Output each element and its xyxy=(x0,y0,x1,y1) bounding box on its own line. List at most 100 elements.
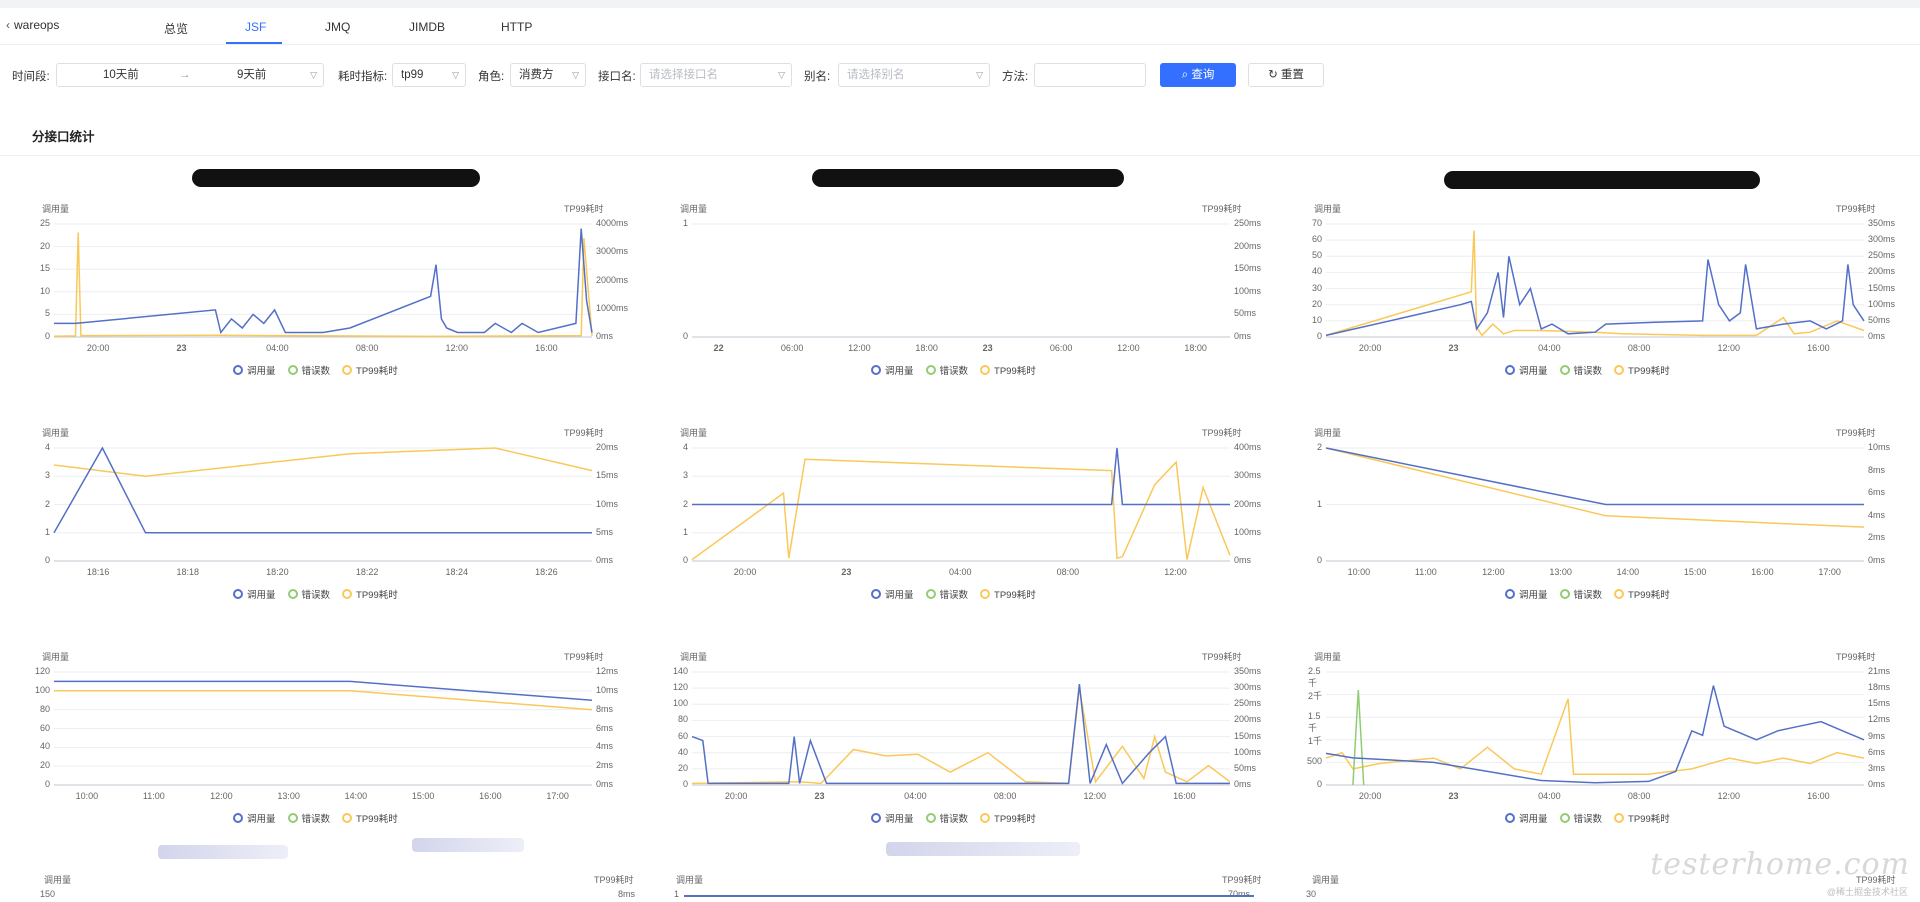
y-left-tick: 20 xyxy=(39,240,50,251)
top-nav: ‹ wareops 总览 JSF JMQ JIMDB HTTP xyxy=(0,8,1920,45)
metric-select[interactable]: tp99 ▽ xyxy=(392,63,466,87)
x-tick: 11:00 xyxy=(1414,567,1437,577)
y-left-tick: 0 xyxy=(682,331,688,341)
legend-label: 调用量 xyxy=(247,590,276,601)
legend-label: 错误数 xyxy=(939,590,969,601)
legend-tp99[interactable]: TP99耗时 xyxy=(342,587,398,601)
reset-button[interactable]: ↻ 重置 xyxy=(1248,63,1324,87)
tab-overview[interactable]: 总览 xyxy=(164,20,188,37)
legend-label: TP99耗时 xyxy=(356,590,398,601)
legend-tp99[interactable]: TP99耗时 xyxy=(342,363,398,377)
legend-label: 错误数 xyxy=(1573,590,1603,601)
chart-svg xyxy=(53,446,593,562)
y-left-tick: 2千 xyxy=(1308,690,1323,701)
tab-jimdb[interactable]: JIMDB xyxy=(409,20,445,34)
alias-select[interactable]: 请选择别名 ▽ xyxy=(838,63,990,87)
method-input[interactable] xyxy=(1034,63,1146,87)
legend-tp99[interactable]: TP99耗时 xyxy=(1614,587,1670,601)
interface-select[interactable]: 请选择接口名 ▽ xyxy=(640,63,792,87)
y-right-tick: 0ms xyxy=(1234,331,1252,341)
calls-series-line xyxy=(53,446,592,534)
legend-errors[interactable]: 错误数 xyxy=(925,363,968,377)
bottom-y-tick: 1 xyxy=(674,889,680,899)
legend-errors[interactable]: 错误数 xyxy=(1559,363,1602,377)
y-right-tick: 4ms xyxy=(596,741,614,752)
tab-http[interactable]: HTTP xyxy=(501,20,532,34)
role-select[interactable]: 消费方 ▽ xyxy=(510,63,586,87)
x-tick: 04:00 xyxy=(949,567,972,577)
legend-calls[interactable]: 调用量 xyxy=(233,587,276,601)
legend-tp99[interactable]: TP99耗时 xyxy=(1614,811,1670,825)
method-label: 方法: xyxy=(1002,71,1029,83)
legend-errors[interactable]: 错误数 xyxy=(287,363,330,377)
y-right-tick: 12ms xyxy=(1868,714,1891,725)
tab-jsf[interactable]: JSF xyxy=(245,20,266,34)
legend-calls[interactable]: 调用量 xyxy=(871,363,914,377)
y-right-tick: 8ms xyxy=(596,703,614,714)
x-tick: 06:00 xyxy=(1049,343,1073,353)
legend-calls[interactable]: 调用量 xyxy=(1505,811,1548,825)
top-strip xyxy=(0,0,1920,8)
x-tick: 18:20 xyxy=(266,567,289,577)
y-right-tick: 100ms xyxy=(1868,298,1896,309)
y-left-tick: 40 xyxy=(677,746,688,757)
legend-label: 错误数 xyxy=(301,814,331,825)
legend-calls[interactable]: 调用量 xyxy=(871,587,914,601)
legend-errors[interactable]: 错误数 xyxy=(1559,811,1602,825)
chevron-down-icon: ▽ xyxy=(452,70,459,80)
legend-label: TP99耗时 xyxy=(994,366,1036,377)
y-left-tick: 1 xyxy=(1316,498,1322,509)
x-tick: 20:00 xyxy=(1358,791,1382,801)
legend-calls[interactable]: 调用量 xyxy=(1505,363,1548,377)
legend-marker-icon xyxy=(871,813,881,823)
x-tick: 12:00 xyxy=(1117,343,1140,353)
legend-tp99[interactable]: TP99耗时 xyxy=(1614,363,1670,377)
legend-tp99[interactable]: TP99耗时 xyxy=(342,811,398,825)
query-button-label: 查询 xyxy=(1191,69,1215,81)
query-button[interactable]: ⌕ 查询 xyxy=(1160,63,1236,87)
chart-svg xyxy=(1325,671,1865,786)
x-tick: 10:00 xyxy=(75,791,99,801)
legend-calls[interactable]: 调用量 xyxy=(1505,587,1548,601)
time-range-picker[interactable]: 10天前 → 9天前 ▽ xyxy=(56,63,324,87)
y-right-tick: 300ms xyxy=(1234,470,1262,481)
chevron-down-icon: ▽ xyxy=(976,70,983,80)
chart-svg xyxy=(1325,447,1865,562)
chart-legend: 调用量 错误数 TP99耗时 xyxy=(871,811,1048,826)
legend-marker-icon xyxy=(287,365,298,375)
legend-calls[interactable]: 调用量 xyxy=(233,811,276,825)
y-right-tick: 100ms xyxy=(1234,285,1262,296)
legend-label: 调用量 xyxy=(247,814,276,825)
y-right-tick: 200ms xyxy=(1234,498,1262,509)
x-tick: 04:00 xyxy=(1538,343,1561,353)
tp99-series-line xyxy=(53,232,593,338)
y-right-tick: 2ms xyxy=(1868,532,1886,543)
y-left-tick: 100 xyxy=(672,698,688,709)
legend-errors[interactable]: 错误数 xyxy=(1559,587,1603,601)
legend-calls[interactable]: 调用量 xyxy=(233,363,276,377)
x-tick: 12:00 xyxy=(1717,791,1741,801)
y-right-tick: 9ms xyxy=(1868,730,1886,741)
alias-placeholder: 请选择别名 xyxy=(847,69,905,81)
y-left-tick: 20 xyxy=(1311,298,1322,309)
search-icon: ⌕ xyxy=(1181,69,1189,81)
legend-tp99[interactable]: TP99耗时 xyxy=(980,363,1036,377)
x-tick: 13:00 xyxy=(1549,567,1572,577)
legend-calls[interactable]: 调用量 xyxy=(871,811,914,825)
tab-jmq[interactable]: JMQ xyxy=(325,20,350,34)
legend-errors[interactable]: 错误数 xyxy=(287,811,331,825)
legend-marker-icon xyxy=(287,589,298,599)
legend-tp99[interactable]: TP99耗时 xyxy=(980,811,1036,825)
back-link[interactable]: ‹ wareops xyxy=(6,18,59,32)
legend-label: 调用量 xyxy=(1519,590,1548,601)
y-right-tick: 100ms xyxy=(1234,746,1262,757)
legend-tp99[interactable]: TP99耗时 xyxy=(980,587,1036,601)
x-tick: 22 xyxy=(713,343,724,353)
y-left-tick: 100 xyxy=(34,684,50,695)
legend-errors[interactable]: 错误数 xyxy=(925,811,968,825)
legend-errors[interactable]: 错误数 xyxy=(925,587,969,601)
y-right-tick: 0ms xyxy=(1234,555,1252,565)
y-left-tick: 60 xyxy=(1311,234,1322,245)
y-left-tick: 0 xyxy=(1316,555,1322,565)
legend-errors[interactable]: 错误数 xyxy=(287,587,330,601)
